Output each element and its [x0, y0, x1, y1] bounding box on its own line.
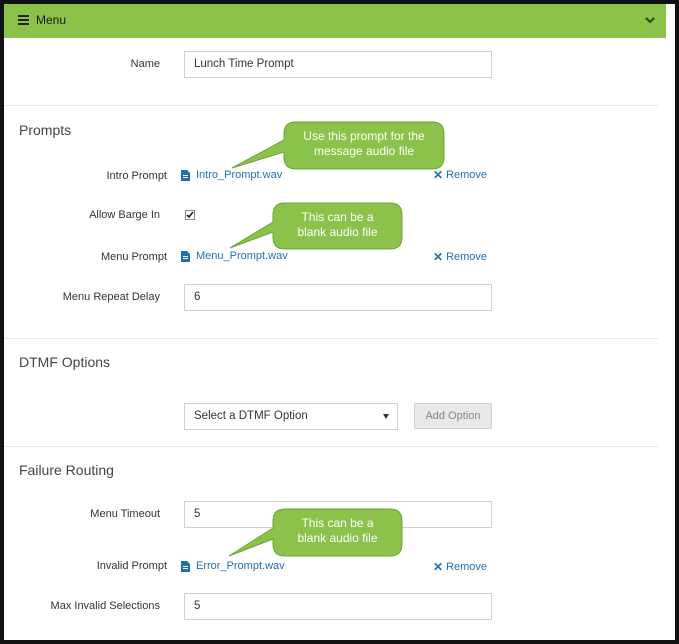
- menu-callout-text: This can be a blank audio file: [273, 210, 402, 240]
- menu-prompt-label: Menu Prompt: [100, 251, 167, 263]
- invalid-prompt-label: Invalid Prompt: [96, 560, 167, 572]
- dtmf-section-title: DTMF Options: [19, 354, 111, 370]
- file-icon: [181, 169, 190, 181]
- error-callout-text: This can be a blank audio file: [273, 516, 402, 546]
- divider: [4, 105, 658, 106]
- barge-in-label: Allow Barge In: [89, 209, 160, 221]
- invalid-prompt-file-link[interactable]: Error_Prompt.wav: [181, 560, 285, 572]
- close-icon: ✕: [433, 250, 444, 264]
- error-callout-line1: This can be a: [301, 516, 374, 530]
- panel-header[interactable]: Menu: [4, 4, 666, 38]
- close-icon: ✕: [433, 560, 444, 574]
- max-invalid-input[interactable]: 5: [184, 593, 492, 620]
- repeat-delay-label: Menu Repeat Delay: [62, 291, 160, 303]
- menu-prompt-file-link[interactable]: Menu_Prompt.wav: [181, 250, 288, 262]
- menu-callout-line2: blank audio file: [297, 225, 378, 239]
- intro-prompt-label: Intro Prompt: [106, 170, 167, 182]
- dtmf-select-value: Select a DTMF Option: [194, 410, 308, 422]
- failure-section-title: Failure Routing: [19, 462, 114, 478]
- name-input[interactable]: Lunch Time Prompt: [184, 51, 492, 78]
- dtmf-option-select[interactable]: Select a DTMF Option: [184, 403, 398, 430]
- repeat-delay-input[interactable]: 6: [184, 284, 492, 311]
- menu-callout-line1: This can be a: [301, 210, 374, 224]
- intro-callout-text: Use this prompt for the message audio fi…: [284, 129, 444, 159]
- remove-label: Remove: [446, 169, 488, 181]
- close-icon: ✕: [433, 168, 444, 182]
- max-invalid-label: Max Invalid Selections: [50, 600, 160, 612]
- check-icon: [186, 211, 194, 219]
- intro-callout-line1: Use this prompt for the: [303, 129, 425, 143]
- barge-in-checkbox[interactable]: [185, 210, 195, 220]
- invalid-prompt-filename: Error_Prompt.wav: [196, 560, 285, 572]
- menu-panel: [0, 0, 679, 644]
- menu-remove-button[interactable]: ✕ Remove: [433, 250, 487, 264]
- invalid-remove-button[interactable]: ✕ Remove: [433, 560, 487, 574]
- dropdown-caret-icon: [383, 414, 389, 419]
- file-icon: [181, 250, 190, 262]
- error-callout-line2: blank audio file: [297, 531, 378, 545]
- name-label: Name: [130, 58, 160, 70]
- menu-timeout-label: Menu Timeout: [90, 508, 160, 520]
- menu-prompt-filename: Menu_Prompt.wav: [196, 250, 288, 262]
- intro-prompt-file-link[interactable]: Intro_Prompt.wav: [181, 169, 282, 181]
- file-icon: [181, 560, 190, 572]
- chevron-down-icon[interactable]: [644, 14, 656, 26]
- intro-remove-button[interactable]: ✕ Remove: [433, 168, 487, 182]
- intro-prompt-filename: Intro_Prompt.wav: [196, 169, 283, 181]
- remove-label: Remove: [446, 251, 488, 263]
- hamburger-icon: [18, 15, 29, 25]
- divider: [4, 446, 658, 447]
- add-option-button[interactable]: Add Option: [414, 403, 492, 429]
- panel-title: Menu: [36, 13, 67, 27]
- remove-label: Remove: [446, 561, 488, 573]
- prompts-section-title: Prompts: [19, 122, 72, 138]
- divider: [4, 338, 658, 339]
- intro-callout-line2: message audio file: [313, 144, 415, 158]
